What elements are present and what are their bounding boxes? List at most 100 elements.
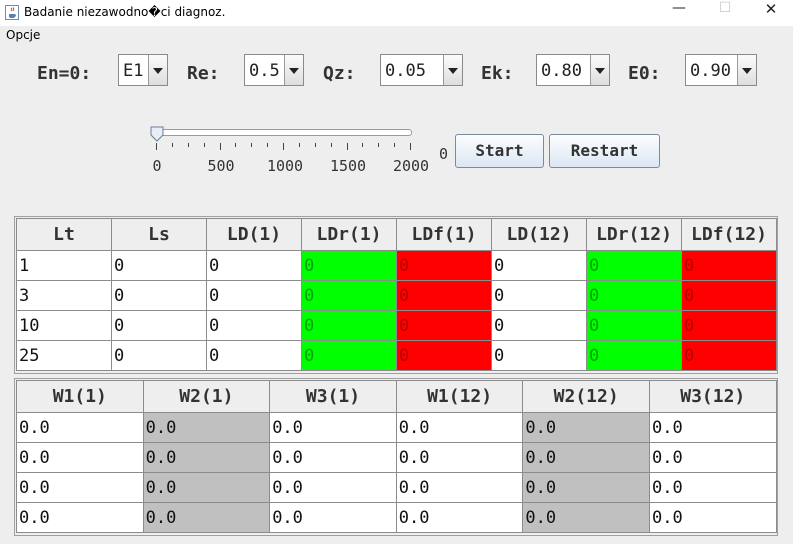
table-cell[interactable]: 0 [206,340,302,371]
column-header[interactable]: LDf(12) [681,218,777,251]
column-header[interactable]: LDf(1) [396,218,492,251]
column-header[interactable]: W2(12) [522,380,650,413]
column-header[interactable]: W2(1) [142,380,271,413]
column-header[interactable]: LD(12) [491,218,587,251]
table-cell[interactable]: 0 [301,310,397,341]
table-cell[interactable]: 0 [111,340,207,371]
table-cell[interactable]: 25 [16,340,112,371]
slider-minor-tick [251,143,253,147]
table-cell[interactable]: 0 [586,250,682,281]
table-cell[interactable]: 0.0 [648,442,777,473]
table-cell[interactable]: 0 [586,310,682,341]
table-row[interactable]: 10000000 [16,250,777,281]
table-cell[interactable]: 0 [681,250,777,281]
table-cell[interactable]: 0.0 [648,472,777,503]
combo-e0[interactable]: 0.90 [685,54,757,86]
table-cell[interactable]: 0 [681,280,777,311]
slider-thumb[interactable] [150,126,164,142]
restart-button[interactable]: Restart [549,134,660,168]
table-row[interactable]: 10 0 0 0 0 0 0 0 [16,310,777,341]
table-cell[interactable]: 0 [491,340,587,371]
table-cell[interactable]: 0 [491,250,587,281]
combo-qz[interactable]: 0.05 [380,54,463,86]
chevron-down-icon[interactable] [737,55,756,85]
table-cell[interactable]: 0.0 [269,442,397,473]
column-header[interactable]: W3(12) [648,380,777,413]
chevron-down-icon[interactable] [443,55,462,85]
table-cell[interactable]: 10 [16,310,112,341]
table-cell[interactable]: 0.0 [395,442,524,473]
table-cell[interactable]: 0 [396,340,492,371]
menu-opcje[interactable]: Opcje [6,28,40,42]
table-cell[interactable]: 0 [301,250,397,281]
table-cell[interactable]: 0.0 [648,502,777,533]
table-cell[interactable]: 0.0 [142,472,271,503]
param-label-qz: Qz: [323,63,356,84]
column-header[interactable]: W1(12) [395,380,524,413]
chevron-down-icon[interactable] [148,55,167,85]
table-cell[interactable]: 0.0 [395,412,524,443]
table-cell[interactable]: 0 [491,310,587,341]
column-header[interactable]: W1(1) [16,380,144,413]
table-cell[interactable]: 0 [681,340,777,371]
table-cell[interactable]: 0.0 [395,472,524,503]
table-cell[interactable]: 0.0 [142,502,271,533]
table-cell[interactable]: 0 [396,310,492,341]
table-cell[interactable]: 0.0 [16,472,144,503]
table-row[interactable]: 0.0 0.0 0.0 0.0 0.0 0.0 [16,472,777,503]
table-cell[interactable]: 0 [111,250,207,281]
table-cell[interactable]: 0.0 [16,412,144,443]
combo-re[interactable]: 0.5 [244,54,304,86]
table-row[interactable]: 0.0 0.0 0.0 0.0 0.0 0.0 [16,442,777,473]
close-button[interactable]: ✕ [748,0,793,26]
table-cell[interactable]: 0.0 [269,502,397,533]
maximize-button[interactable]: ☐ [702,0,748,26]
table-cell[interactable]: 1 [16,250,112,281]
table-cell[interactable]: 0.0 [522,502,650,533]
table-cell[interactable]: 0.0 [16,442,144,473]
column-header[interactable]: LDr(1) [301,218,397,251]
table-cell[interactable]: 0.0 [269,472,397,503]
table-cell[interactable]: 0 [301,340,397,371]
table-cell[interactable]: 0 [681,310,777,341]
table-cell[interactable]: 0 [206,250,302,281]
table-cell[interactable]: 0 [206,280,302,311]
param-label-re: Re: [187,63,220,84]
table-cell[interactable]: 0 [396,250,492,281]
table-row[interactable]: 30000000 [16,280,777,311]
table-cell[interactable]: 0 [586,340,682,371]
table-cell[interactable]: 0.0 [16,502,144,533]
table-row[interactable]: 0.0 0.0 0.0 0.0 0.0 0.0 [16,412,777,443]
start-button[interactable]: Start [455,134,544,168]
column-header[interactable]: LDr(12) [586,218,682,251]
chevron-down-icon[interactable] [590,55,609,85]
table-cell[interactable]: 0.0 [522,442,650,473]
minimize-button[interactable]: — [656,0,702,26]
column-header[interactable]: Ls [111,218,207,251]
table-cell[interactable]: 0.0 [142,442,271,473]
table-cell[interactable]: 0 [301,280,397,311]
combo-ek[interactable]: 0.80 [536,54,610,86]
combo-en[interactable]: E1 [118,54,168,86]
table-cell[interactable]: 3 [16,280,112,311]
table-cell[interactable]: 0.0 [648,412,777,443]
table-cell[interactable]: 0 [111,310,207,341]
table-cell[interactable]: 0.0 [395,502,524,533]
slider-minor-tick [330,143,332,147]
table-cell[interactable]: 0.0 [522,412,650,443]
column-header[interactable]: LD(1) [206,218,302,251]
chevron-down-icon[interactable] [284,55,303,85]
table-cell[interactable]: 0 [491,280,587,311]
column-header[interactable]: Lt [16,218,112,251]
table-cell[interactable]: 0 [586,280,682,311]
column-header[interactable]: W3(1) [269,380,397,413]
table-cell[interactable]: 0 [111,280,207,311]
table-cell[interactable]: 0 [206,310,302,341]
table-cell[interactable]: 0.0 [269,412,397,443]
table-cell[interactable]: 0.0 [142,412,271,443]
table-row[interactable]: 25 0 0 0 0 0 0 0 [16,340,777,371]
table-cell[interactable]: 0.0 [522,472,650,503]
table-cell[interactable]: 0 [396,280,492,311]
table-row[interactable]: 0.0 0.0 0.0 0.0 0.0 0.0 [16,502,777,533]
slider-track[interactable] [154,129,412,136]
